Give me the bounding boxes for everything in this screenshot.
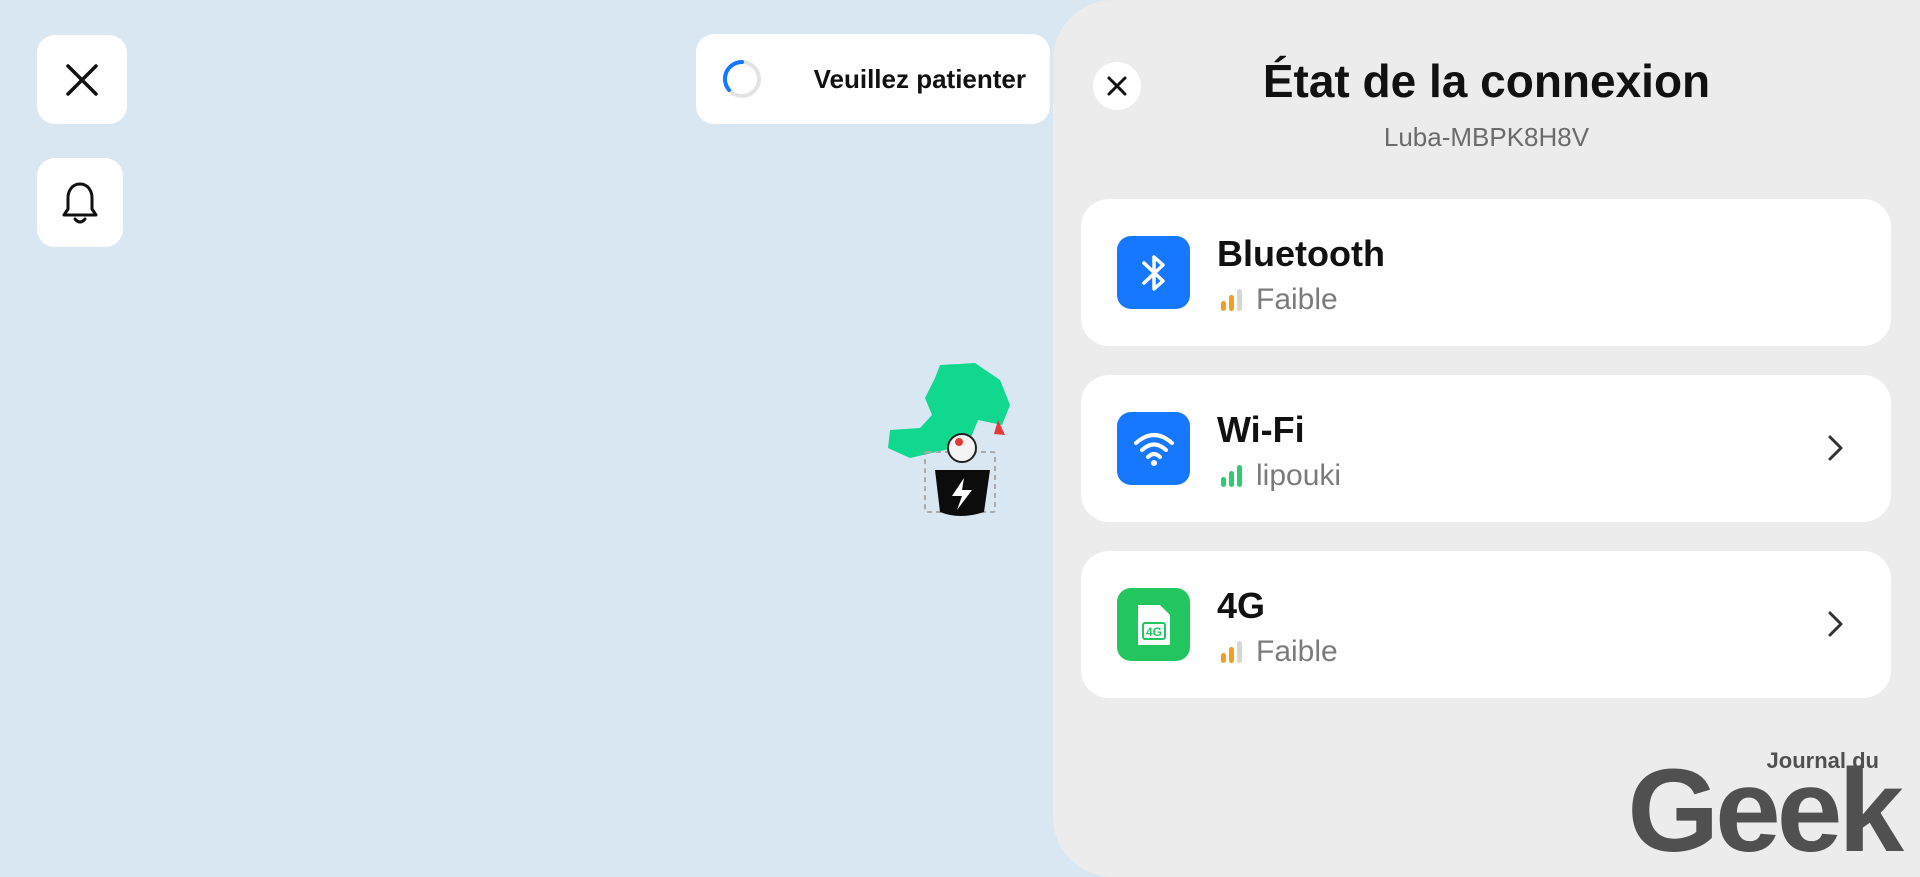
signal-strength-icon: [1221, 641, 1242, 663]
chevron-right-icon: [1828, 435, 1843, 461]
signal-strength-icon: [1221, 465, 1242, 487]
device-name: Luba-MBPK8H8V: [1383, 122, 1590, 152]
watermark-logo: Journal du Geek: [1605, 745, 1905, 877]
robot-zone-marker[interactable]: [880, 360, 1040, 520]
connection-card-wifi[interactable]: Wi-Fi lipouki: [1081, 375, 1891, 522]
bell-icon: [62, 182, 98, 223]
loading-toast: Veuillez patienter: [696, 34, 1050, 124]
connection-status: Faible: [1256, 283, 1338, 316]
connection-status: lipouki: [1256, 459, 1342, 492]
chevron-right-icon: [1828, 611, 1843, 637]
connection-status: Faible: [1256, 635, 1338, 668]
connection-name: Wi-Fi: [1217, 409, 1305, 450]
wifi-icon: [1117, 412, 1190, 485]
svg-text:4G: 4G: [1145, 625, 1161, 639]
notifications-button[interactable]: [37, 158, 123, 247]
panel-title: État de la connexion: [1262, 55, 1711, 107]
signal-strength-icon: [1221, 289, 1242, 311]
robot-icon: [947, 433, 977, 463]
close-button[interactable]: [37, 35, 127, 124]
connection-card-bluetooth: Bluetooth Faible: [1081, 199, 1891, 346]
close-icon: [66, 63, 98, 96]
sim-4g-icon: 4G: [1117, 588, 1190, 661]
connection-name: 4G: [1217, 585, 1266, 626]
connection-name: Bluetooth: [1217, 233, 1385, 274]
toast-text: Veuillez patienter: [813, 63, 1026, 94]
connection-card-4g[interactable]: 4G 4G Faible: [1081, 551, 1891, 698]
watermark-big-text: Geek: [1627, 745, 1904, 877]
spinner-icon: [722, 59, 761, 98]
bluetooth-icon: [1117, 236, 1190, 309]
